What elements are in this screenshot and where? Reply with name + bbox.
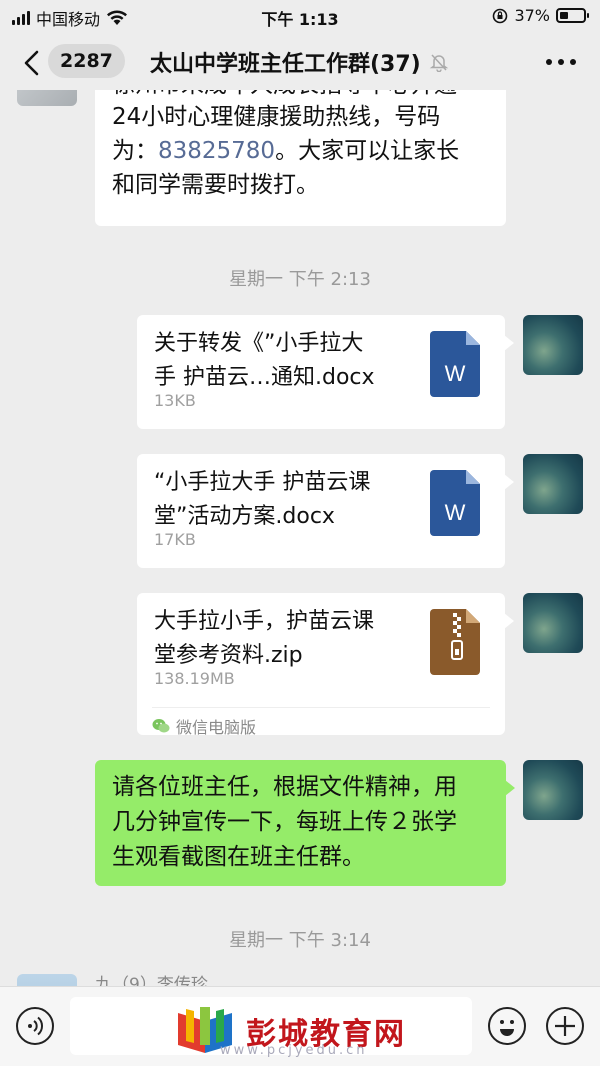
sender-avatar[interactable] [17,974,77,986]
battery-group: 37% [492,6,589,25]
more-functions-button[interactable] [546,1007,584,1045]
word-letter: W [445,500,466,525]
file-size: 138.19MB [154,669,235,688]
message-line: 24小时心理健康援助热线，号码 [112,104,441,130]
mute-bell-icon [429,54,448,72]
message-line: 为：83825780。大家可以让家长 [112,133,459,169]
sender-name: 九（9）李传珍 [95,975,208,986]
watermark-url: www.pcjyedu.cn [220,1043,368,1058]
phone-number-link[interactable]: 83825780 [158,138,275,164]
message-line: 几分钟宣传一下，每班上传２张学 [112,809,457,835]
file-name-line: 堂”活动方案.docx [154,504,335,529]
file-name-line: 大手拉小手，护苗云课 [154,609,375,634]
file-message-card[interactable]: “小手拉大手 护苗云课 堂”活动方案.docx 17KB W [137,454,514,568]
message-line: 请各位班主任，根据文件精神，用 [112,774,457,800]
message-input[interactable]: 彭城教育网 www.pcjyedu.cn [70,997,472,1058]
sender-avatar[interactable] [17,90,77,106]
voice-button[interactable] [16,1007,54,1045]
file-source-label: 微信电脑版 [176,718,257,737]
my-avatar[interactable] [523,315,583,375]
file-name: “小手拉大手 护苗云课 堂”活动方案.docx [154,466,414,534]
battery-percent: 37% [514,6,550,25]
message-line: 生观看截图在班主任群。 [112,844,365,870]
more-options-icon[interactable] [546,59,576,65]
group-title-wrap: 太山中学班主任工作群(37) [150,46,449,78]
zip-file-icon [430,609,480,675]
back-chevron-icon[interactable] [18,48,48,78]
smiley-icon [500,1020,514,1036]
status-bar: 中国移动 下午 1:13 37% [0,0,600,32]
emoji-button[interactable] [488,1007,526,1045]
message-timestamp: 星期一 下午 3:14 [229,930,371,951]
file-name: 大手拉小手，护苗云课 堂参考资料.zip [154,605,414,673]
message-timestamp: 星期一 下午 2:13 [229,269,371,290]
word-letter: W [445,361,466,386]
plus-icon [555,1016,575,1036]
message-line: 和同学需要时拨打。 [112,172,319,198]
file-name: 关于转发《”小手拉大 手 护苗云…通知.docx [154,327,414,395]
wechat-pc-icon [152,719,170,733]
rotation-lock-icon [493,8,508,23]
file-size: 13KB [154,391,196,410]
chat-header: 2287 太山中学班主任工作群(37) [0,32,600,90]
group-title: 太山中学班主任工作群(37) [150,52,421,77]
message-list[interactable]: 徐州市未成年人成长指导中心开通 24小时心理健康援助热线，号码 为：838257… [0,90,600,986]
input-bar: 彭城教育网 www.pcjyedu.cn [0,986,600,1066]
word-doc-icon: W [430,331,480,397]
text-segment: 为： [112,138,158,164]
my-avatar[interactable] [523,760,583,820]
battery-fill [560,12,568,19]
my-avatar[interactable] [523,454,583,514]
file-message-card[interactable]: 大手拉小手，护苗云课 堂参考资料.zip 138.19MB 微信电脑版 [137,593,514,738]
text-segment: 。大家可以让家长 [275,138,460,164]
file-name-line: 手 护苗云…通知.docx [154,365,375,390]
battery-icon [556,8,589,23]
incoming-text-bubble[interactable]: 徐州市未成年人成长指导中心开通 24小时心理健康援助热线，号码 为：838257… [95,90,506,226]
file-name-line: “小手拉大手 护苗云课 [154,470,371,495]
outgoing-text-bubble[interactable]: 请各位班主任，根据文件精神，用 几分钟宣传一下，每班上传２张学 生观看截图在班主… [95,760,515,886]
file-size: 17KB [154,530,196,549]
unread-count-badge[interactable]: 2287 [48,44,125,78]
file-name-line: 堂参考资料.zip [154,643,303,668]
file-source-row: 微信电脑版 [152,707,490,738]
voice-wave-icon [28,1016,44,1036]
my-avatar[interactable] [523,593,583,653]
word-doc-icon: W [430,470,480,536]
file-message-card[interactable]: 关于转发《”小手拉大 手 护苗云…通知.docx 13KB W [137,315,514,429]
file-name-line: 关于转发《”小手拉大 [154,331,364,356]
